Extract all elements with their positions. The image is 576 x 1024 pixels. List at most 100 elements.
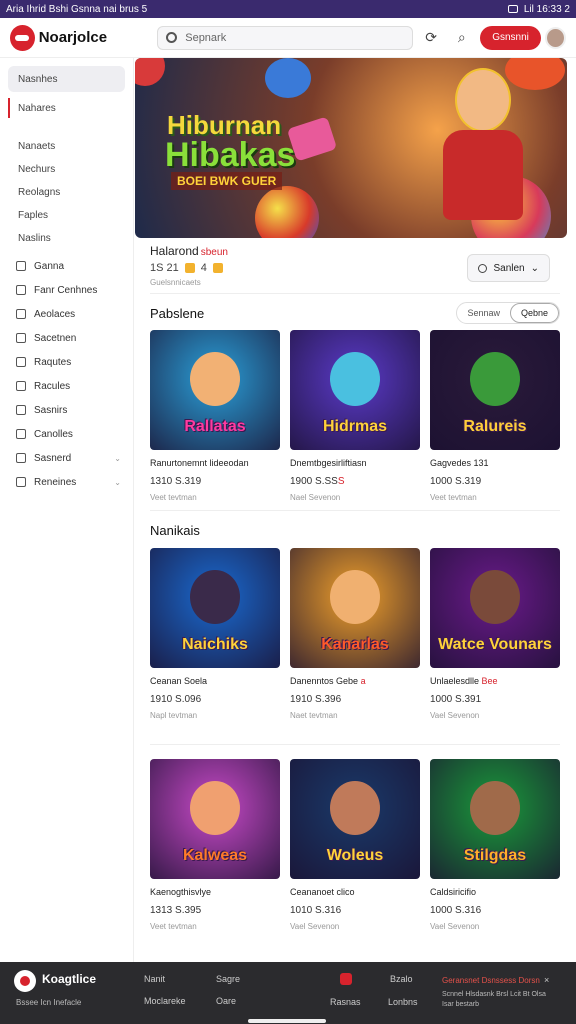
game-sub: Veet tevtman bbox=[150, 922, 197, 931]
sidebar-item[interactable]: Nechurs bbox=[8, 159, 125, 179]
refresh-icon[interactable]: ⟳ bbox=[419, 25, 444, 51]
ball-decoration bbox=[265, 58, 311, 98]
game-stats: 1910 S.396 bbox=[290, 694, 342, 705]
game-thumbnail[interactable]: Woleus bbox=[290, 759, 420, 879]
banner-subtitle: BOEI BWK GUER bbox=[171, 172, 283, 190]
footer-logo-icon[interactable] bbox=[14, 970, 36, 992]
section-title: Nanikais bbox=[150, 522, 200, 538]
footer-brand[interactable]: Koagtlice bbox=[42, 972, 96, 986]
game-name: Caldsiricifio bbox=[430, 887, 477, 897]
footer-link[interactable]: Bzalo bbox=[390, 974, 413, 984]
sidebar-item-requests[interactable]: Raqutes bbox=[8, 350, 125, 374]
game-sub: Veet tevtman bbox=[430, 493, 477, 502]
trophy-icon bbox=[184, 263, 195, 273]
game-thumbnail[interactable]: Kanarlas bbox=[290, 548, 420, 668]
sidebar-item-games[interactable]: Ganna bbox=[8, 254, 125, 278]
segment-option-selected[interactable]: Qebne bbox=[509, 303, 559, 323]
section-title: Pabslene bbox=[150, 305, 205, 321]
game-thumbnail[interactable]: Ralureis bbox=[430, 330, 560, 450]
sidebar-item[interactable]: Naslins bbox=[8, 228, 125, 248]
avatar[interactable] bbox=[544, 26, 566, 49]
game-name: Unlaelesdlle Bee bbox=[430, 676, 498, 686]
game-name: Ranurtonemnt lideeodan bbox=[150, 458, 249, 468]
footer-link[interactable]: Sagre bbox=[216, 974, 240, 984]
search-input[interactable]: Sepnark bbox=[157, 25, 413, 50]
game-thumbnail-title: Stilgdas bbox=[463, 847, 527, 864]
game-sub: Nael Sevenon bbox=[290, 493, 341, 502]
app-icon[interactable] bbox=[340, 973, 352, 985]
character-art bbox=[330, 570, 380, 624]
search-placeholder: Sepnark bbox=[185, 31, 227, 44]
game-stats: 1000 S.391 bbox=[430, 694, 482, 705]
game-thumbnail[interactable]: Hidrmas bbox=[290, 330, 420, 450]
top-header: Noarjolce Sepnark ⟳ ⌕ Gsnsnni bbox=[0, 18, 576, 58]
sidebar-item-settings[interactable]: Sasnerd ⌄ bbox=[8, 446, 125, 470]
sidebar-item-categories[interactable]: Fanr Cenhnes bbox=[8, 278, 125, 302]
sidebar-item-more[interactable]: Reneines ⌄ bbox=[8, 470, 125, 494]
segment-option[interactable]: Sennaw bbox=[457, 303, 510, 323]
game-card[interactable]: Woleus Ceananoet clico 1010 S.316 Vael Sev… bbox=[290, 759, 420, 931]
home-indicator bbox=[248, 1019, 326, 1023]
game-thumbnail[interactable]: Rallatas bbox=[150, 330, 280, 450]
section-header: Nanikais bbox=[150, 518, 560, 542]
sidebar-item[interactable]: Reolagns bbox=[8, 182, 125, 202]
footer-news-title[interactable]: Geransnet Dsnssess Dorsn bbox=[442, 976, 540, 985]
status-bar: Aria Ihrid Bshi Gsnna nai brus 5 Lil 16:… bbox=[0, 0, 576, 18]
sidebar-item-saved[interactable]: Sasnirs bbox=[8, 398, 125, 422]
sidebar-item-actions[interactable]: Aeolaces bbox=[8, 302, 125, 326]
sort-dropdown[interactable]: Sanlen ⌄ bbox=[467, 254, 550, 282]
character-art bbox=[330, 352, 380, 406]
brand-logo-icon[interactable] bbox=[10, 24, 35, 51]
footer-link[interactable]: Rasnas bbox=[330, 997, 361, 1007]
search-icon-button[interactable]: ⌕ bbox=[450, 25, 475, 51]
game-card[interactable]: Ralureis Gagvedes 131 1000 S.319 Veet tevt… bbox=[430, 330, 560, 502]
character-art bbox=[190, 352, 240, 406]
game-thumbnail[interactable]: Watce Vounars bbox=[430, 548, 560, 668]
collection-stat: 4 bbox=[200, 262, 207, 274]
game-card[interactable]: Watce Vounars Unlaelesdlle Bee 1000 S.391 V… bbox=[430, 548, 560, 720]
game-thumbnail[interactable]: Naichiks bbox=[150, 548, 280, 668]
ball-decoration bbox=[255, 186, 319, 238]
close-icon[interactable]: × bbox=[544, 975, 549, 985]
hero-banner[interactable]: Hiburnan Hibakas BOEI BWK GUER bbox=[135, 58, 567, 238]
battery-icon bbox=[507, 5, 518, 13]
game-card[interactable]: Kalweas Kaenogthisvlye 1313 S.395 Veet tev… bbox=[150, 759, 280, 931]
game-thumbnail-title: Kalweas bbox=[182, 847, 248, 864]
divider bbox=[150, 510, 560, 511]
sidebar-item-home[interactable]: Nasnhes bbox=[8, 66, 125, 92]
game-thumbnail[interactable]: Kalweas bbox=[150, 759, 280, 879]
banner-title-line2: Hibakas bbox=[165, 136, 296, 174]
square-icon bbox=[16, 357, 26, 367]
sidebar-item[interactable]: Faples bbox=[8, 205, 125, 225]
footer-link[interactable]: Oare bbox=[216, 996, 236, 1006]
footer-link[interactable]: Moclareke bbox=[144, 996, 186, 1006]
game-thumbnail-title: Kanarlas bbox=[321, 636, 389, 653]
game-stats: 1000 S.316 bbox=[430, 905, 482, 916]
character-art bbox=[190, 781, 240, 835]
game-card[interactable]: Stilgdas Caldsiricifio 1000 S.316 Vael Sev… bbox=[430, 759, 560, 931]
sidebar-item-section[interactable]: Sacetnen bbox=[8, 326, 125, 350]
sidebar-item-folders[interactable]: Racules bbox=[8, 374, 125, 398]
chevron-down-icon: ⌄ bbox=[530, 262, 539, 274]
game-thumbnail[interactable]: Stilgdas bbox=[430, 759, 560, 879]
segmented-control: Sennaw Qebne bbox=[456, 302, 560, 324]
sidebar-item[interactable]: Nanaets bbox=[8, 136, 125, 156]
game-thumbnail-title: Rallatas bbox=[184, 418, 246, 435]
sidebar-item-active[interactable]: Nahares bbox=[8, 98, 125, 118]
footer-link[interactable]: Lonbns bbox=[388, 997, 418, 1007]
gamepad-icon bbox=[16, 261, 26, 271]
game-card[interactable]: Naichiks Ceanan Soela 1910 S.096 Napl tevt… bbox=[150, 548, 280, 720]
brand-name[interactable]: Noarjolce bbox=[39, 29, 144, 46]
sidebar-item-community[interactable]: Canolles bbox=[8, 422, 125, 446]
game-card[interactable]: Hidrmas Dnemtbgesirliftiasn 1900 S.SSS Nae… bbox=[290, 330, 420, 502]
game-sub: Napl tevtman bbox=[150, 711, 198, 720]
divider bbox=[150, 744, 560, 745]
hero-character bbox=[435, 68, 525, 238]
game-card[interactable]: Kanarlas Danenntos Gebe a 1910 S.396 Naet t… bbox=[290, 548, 420, 720]
game-sub: Vael Sevenon bbox=[430, 711, 480, 720]
game-thumbnail-title: Ralureis bbox=[463, 418, 527, 435]
footer-link[interactable]: Nanit bbox=[144, 974, 165, 984]
sign-in-button[interactable]: Gsnsnni bbox=[480, 25, 541, 50]
action-icon bbox=[16, 309, 26, 319]
game-card[interactable]: Rallatas Ranurtonemnt lideeodan 1310 S.31… bbox=[150, 330, 280, 502]
